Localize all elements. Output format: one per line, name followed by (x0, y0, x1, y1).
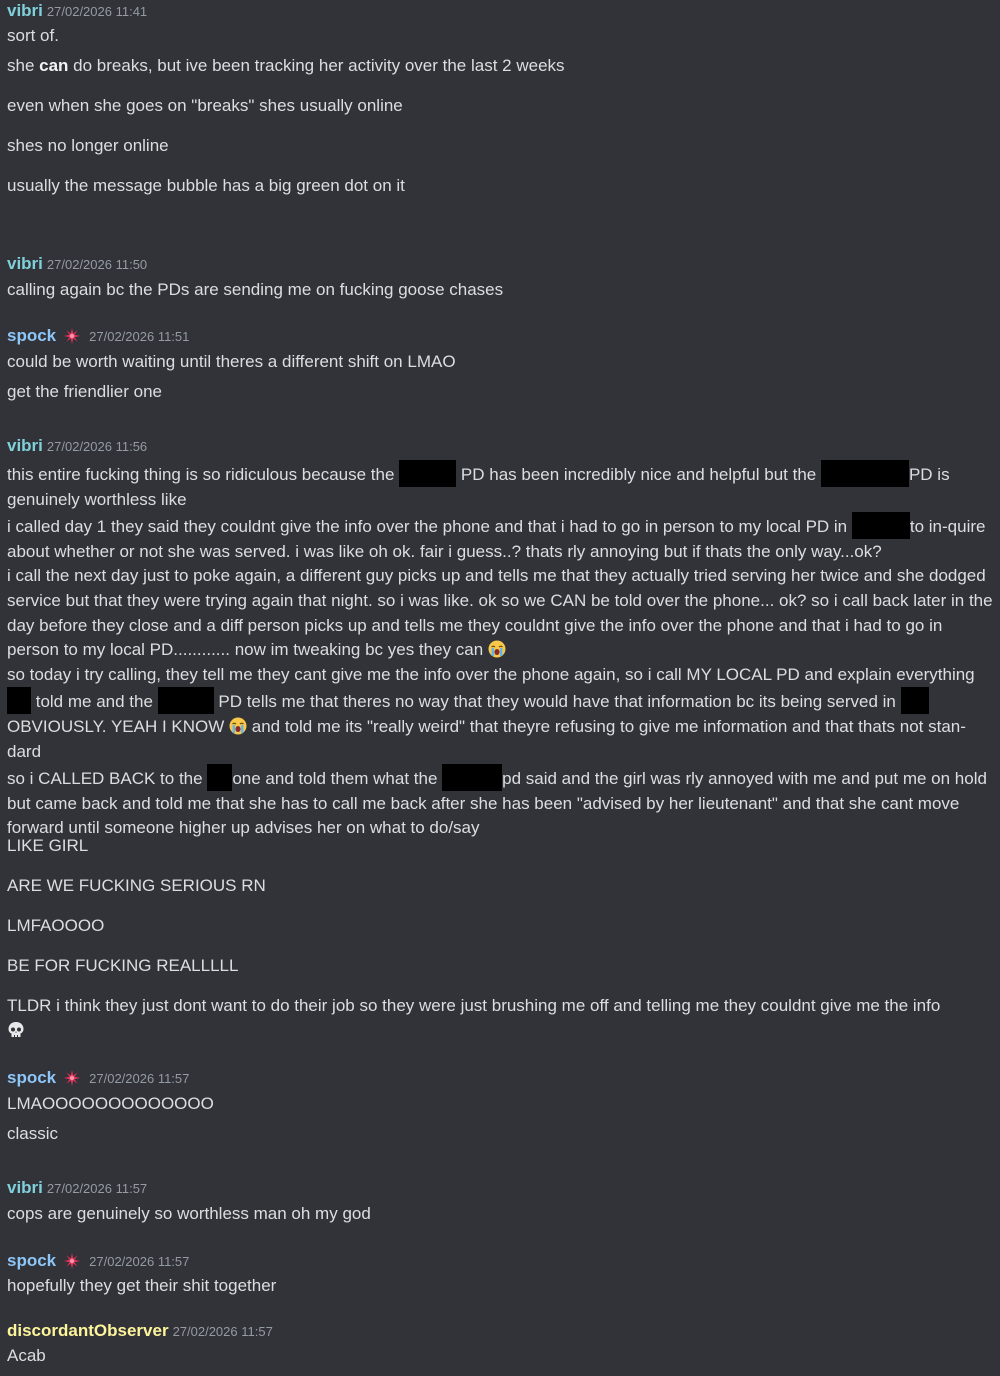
message-text: shes no longer online (7, 136, 169, 155)
message-text: hopefully they get their shit together (7, 1276, 277, 1295)
timestamp[interactable]: 27/02/2026 11:50 (47, 257, 147, 272)
redaction-bar (207, 764, 233, 792)
username[interactable]: spock (7, 325, 56, 347)
redaction-bar (399, 460, 457, 487)
message-header: vibri 27/02/2026 11:50 (7, 253, 994, 275)
message-group: spock 27/02/2026 11:57 LMAOOOOOOOOOOOOO … (7, 1067, 994, 1143)
text-run: so today i try calling, they tell me the… (7, 664, 975, 684)
text-run: do breaks, but ive been tracking her act… (68, 56, 565, 75)
message-text: classic (7, 1124, 59, 1143)
message-header: vibri 27/02/2026 11:56 (7, 435, 994, 457)
text-run: i called day 1 they said they couldnt gi… (7, 517, 852, 537)
text-run: told me and the (31, 692, 158, 712)
message-header: discordantObserver 27/02/2026 11:57 (7, 1320, 994, 1342)
text-run: she (7, 56, 40, 75)
sparkle-burst-icon (64, 1070, 80, 1086)
message-header: spock 27/02/2026 11:57 (7, 1067, 994, 1089)
message-text: even when she goes on "breaks" shes usua… (7, 96, 403, 115)
timestamp[interactable]: 27/02/2026 11:41 (47, 4, 147, 19)
message-text: LMAOOOOOOOOOOOOO (7, 1094, 214, 1113)
message-text: usually the message bubble has a big gre… (7, 176, 405, 195)
message-group: vibri 27/02/2026 11:56 this entire fucki… (7, 435, 994, 457)
message-text: get the friendlier one (7, 382, 162, 401)
username[interactable]: vibri (7, 435, 43, 457)
loudly-crying-face-icon (229, 717, 247, 735)
message-text: ARE WE FUCKING SERIOUS RN (7, 876, 266, 895)
message-text: BE FOR FUCKING REALLLLL (7, 956, 239, 975)
redaction-bar (820, 460, 909, 487)
text-run: TLDR i think they just dont want to do t… (7, 996, 941, 1015)
message-text: sort of. (7, 26, 59, 45)
timestamp[interactable]: 27/02/2026 11:56 (47, 439, 147, 454)
redaction-bar (900, 687, 929, 715)
redaction-bar (157, 687, 214, 715)
username[interactable]: vibri (7, 253, 43, 275)
message-header: spock 27/02/2026 11:51 (7, 325, 994, 347)
message-group: discordantObserver 27/02/2026 11:57 Acab (7, 1320, 994, 1365)
message-group: spock 27/02/2026 11:57 hopefully they ge… (7, 1250, 994, 1295)
message-text: calling again bc the PDs are sending me … (7, 280, 504, 299)
timestamp[interactable]: 27/02/2026 11:57 (47, 1181, 147, 1196)
skull-icon (7, 1021, 25, 1039)
text-run: PD tells me that theres no way that they… (213, 692, 901, 712)
message-text: LIKE GIRL (7, 836, 89, 855)
username[interactable]: spock (7, 1067, 56, 1089)
message-header: spock 27/02/2026 11:57 (7, 1250, 994, 1272)
bold-text: can (39, 56, 69, 75)
text-run: so i CALLED BACK to the (7, 769, 208, 789)
message-group: vibri 27/02/2026 11:57 cops are genuinel… (7, 1177, 994, 1223)
timestamp[interactable]: 27/02/2026 11:51 (89, 329, 189, 344)
redaction-bar (7, 687, 31, 715)
timestamp[interactable]: 27/02/2026 11:57 (173, 1324, 273, 1339)
text-run: one and told them what the (232, 769, 443, 789)
message-text: cops are genuinely so worthless man oh m… (7, 1204, 371, 1223)
message-group: vibri 27/02/2026 11:50 calling again bc … (7, 253, 994, 299)
username[interactable]: vibri (7, 1177, 43, 1199)
username[interactable]: vibri (7, 0, 43, 22)
text-run: OBVIOUSLY. YEAH I KNOW (7, 716, 230, 736)
redaction-bar (442, 764, 503, 792)
message-group: spock 27/02/2026 11:51 could be worth wa… (7, 325, 994, 401)
message-text: she can do breaks, but ive been tracking… (7, 54, 994, 79)
message-text: LMFAOOOO (7, 916, 105, 935)
text-run: PD has been incredibly nice and helpful … (456, 465, 821, 484)
message-group: vibri 27/02/2026 11:41 sort of. she can … (7, 0, 994, 195)
message-text: could be worth waiting until theres a di… (7, 352, 456, 371)
sparkle-burst-icon (64, 328, 80, 344)
redaction-bar (851, 512, 910, 540)
text-run: this entire fucking thing is so ridiculo… (7, 465, 400, 484)
message-text: TLDR i think they just dont want to do t… (7, 994, 994, 1043)
message-paragraph: this entire fucking thing is so ridiculo… (7, 460, 994, 841)
sparkle-burst-icon (64, 1253, 80, 1269)
message-header: vibri 27/02/2026 11:41 (7, 0, 994, 22)
username[interactable]: discordantObserver (7, 1320, 169, 1342)
message-header: vibri 27/02/2026 11:57 (7, 1177, 994, 1199)
loudly-crying-face-icon (488, 640, 506, 658)
timestamp[interactable]: 27/02/2026 11:57 (89, 1254, 189, 1269)
timestamp[interactable]: 27/02/2026 11:57 (89, 1071, 189, 1086)
message-text: Acab (7, 1346, 46, 1365)
username[interactable]: spock (7, 1250, 56, 1272)
